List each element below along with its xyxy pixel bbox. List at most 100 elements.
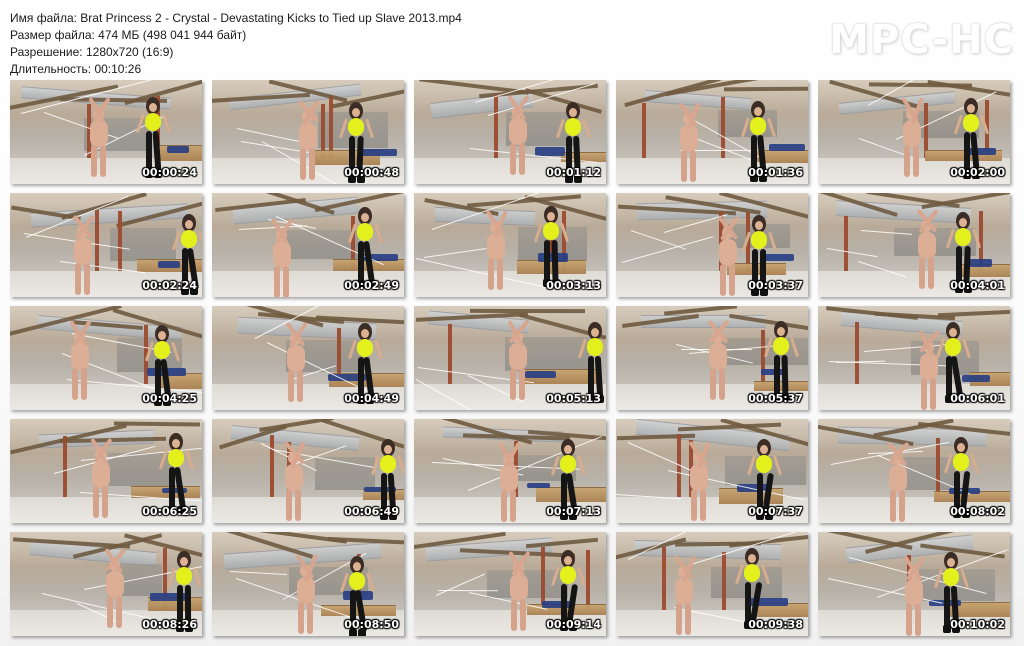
video-thumbnail[interactable]: 00:01:12 bbox=[414, 80, 606, 184]
video-thumbnail[interactable]: 00:09:14 bbox=[414, 532, 606, 636]
arm bbox=[185, 449, 195, 470]
video-thumbnail[interactable]: 00:00:48 bbox=[212, 80, 404, 184]
leg bbox=[700, 489, 706, 521]
timecode-label: 00:03:37 bbox=[748, 279, 803, 292]
face bbox=[361, 213, 369, 222]
tied-person bbox=[60, 319, 102, 404]
torso bbox=[349, 572, 365, 590]
arm bbox=[582, 118, 592, 139]
video-thumbnail[interactable]: 00:07:13 bbox=[414, 419, 606, 523]
arm bbox=[577, 338, 587, 359]
arm bbox=[198, 230, 202, 251]
video-thumbnail[interactable]: 00:05:13 bbox=[414, 306, 606, 410]
rope bbox=[621, 236, 714, 263]
arm bbox=[374, 339, 384, 360]
torso bbox=[92, 461, 110, 488]
leg bbox=[309, 148, 315, 180]
timecode-label: 00:06:01 bbox=[950, 392, 1005, 405]
face bbox=[949, 328, 957, 337]
tied-person bbox=[286, 553, 328, 636]
tied-person bbox=[669, 101, 711, 184]
timecode-label: 00:02:49 bbox=[344, 279, 399, 292]
tied-person bbox=[81, 437, 123, 522]
video-thumbnail[interactable]: 00:02:24 bbox=[10, 193, 202, 297]
torso bbox=[744, 564, 760, 582]
file-name-line: Имя файла: Brat Princess 2 - Crystal - D… bbox=[10, 11, 462, 25]
arm bbox=[162, 113, 172, 134]
video-thumbnail[interactable]: 00:08:50 bbox=[212, 532, 404, 636]
torso bbox=[709, 343, 727, 370]
leg bbox=[75, 263, 81, 295]
face bbox=[361, 329, 369, 338]
timecode-label: 00:10:02 bbox=[950, 618, 1005, 631]
torso bbox=[953, 453, 969, 471]
torso bbox=[357, 339, 373, 357]
arm bbox=[740, 117, 750, 138]
video-thumbnail[interactable]: 00:01:36 bbox=[616, 80, 808, 184]
leg bbox=[102, 486, 108, 518]
ceiling-beam bbox=[469, 308, 586, 314]
tied-person bbox=[894, 555, 936, 636]
leg bbox=[510, 368, 516, 400]
video-thumbnail[interactable]: 00:06:49 bbox=[212, 419, 404, 523]
arm bbox=[943, 453, 953, 474]
arm bbox=[763, 337, 773, 358]
torso bbox=[509, 118, 527, 145]
leg bbox=[551, 239, 559, 283]
leg bbox=[363, 240, 375, 284]
arm bbox=[746, 455, 756, 476]
video-thumbnail[interactable]: 00:06:25 bbox=[10, 419, 202, 523]
video-thumbnail[interactable]: 00:07:37 bbox=[616, 419, 808, 523]
face bbox=[149, 103, 157, 112]
video-thumbnail[interactable]: 00:03:13 bbox=[414, 193, 606, 297]
timecode-label: 00:09:14 bbox=[546, 618, 601, 631]
video-thumbnail[interactable]: 00:06:01 bbox=[818, 306, 1010, 410]
arm bbox=[980, 114, 990, 135]
video-thumbnail[interactable]: 00:03:37 bbox=[616, 193, 808, 297]
leg bbox=[774, 355, 780, 397]
video-thumbnail[interactable]: 00:04:01 bbox=[818, 193, 1010, 297]
arm bbox=[347, 223, 357, 244]
tied-person bbox=[276, 321, 318, 406]
video-thumbnail[interactable]: 00:10:02 bbox=[818, 532, 1010, 636]
video-thumbnail[interactable]: 00:08:26 bbox=[10, 532, 202, 636]
arm bbox=[773, 455, 783, 476]
video-thumbnail[interactable]: 00:09:38 bbox=[616, 532, 808, 636]
timecode-label: 00:07:13 bbox=[546, 505, 601, 518]
timecode-label: 00:02:24 bbox=[142, 279, 197, 292]
tied-person bbox=[95, 547, 137, 632]
face bbox=[564, 556, 572, 565]
leg bbox=[511, 599, 517, 631]
torso bbox=[509, 343, 527, 370]
torso bbox=[943, 568, 959, 586]
arm bbox=[171, 341, 181, 362]
face bbox=[185, 220, 193, 229]
face bbox=[957, 443, 965, 452]
video-thumbnail[interactable]: 00:02:00 bbox=[818, 80, 1010, 184]
video-thumbnail[interactable]: 00:02:49 bbox=[212, 193, 404, 297]
arm bbox=[550, 566, 560, 587]
arm bbox=[577, 566, 587, 587]
video-thumbnail[interactable]: 00:05:37 bbox=[616, 306, 808, 410]
torso bbox=[773, 337, 789, 355]
leg bbox=[93, 486, 99, 518]
arm bbox=[604, 338, 606, 359]
video-thumbnail[interactable]: 00:08:02 bbox=[818, 419, 1010, 523]
video-thumbnail[interactable]: 00:04:49 bbox=[212, 306, 404, 410]
leg bbox=[72, 368, 78, 400]
torso bbox=[751, 231, 767, 249]
torso bbox=[176, 567, 192, 585]
leg bbox=[173, 466, 187, 510]
video-thumbnail[interactable]: 00:00:24 bbox=[10, 80, 202, 184]
leg bbox=[107, 596, 113, 628]
leg bbox=[488, 258, 494, 290]
leg bbox=[899, 490, 905, 522]
timecode-label: 00:06:49 bbox=[344, 505, 399, 518]
torso bbox=[750, 117, 766, 135]
leg bbox=[510, 143, 516, 175]
leg bbox=[928, 257, 934, 289]
video-thumbnail[interactable]: 00:04:25 bbox=[10, 306, 202, 410]
leg bbox=[720, 264, 726, 296]
leg bbox=[919, 257, 925, 289]
arm bbox=[366, 572, 376, 593]
